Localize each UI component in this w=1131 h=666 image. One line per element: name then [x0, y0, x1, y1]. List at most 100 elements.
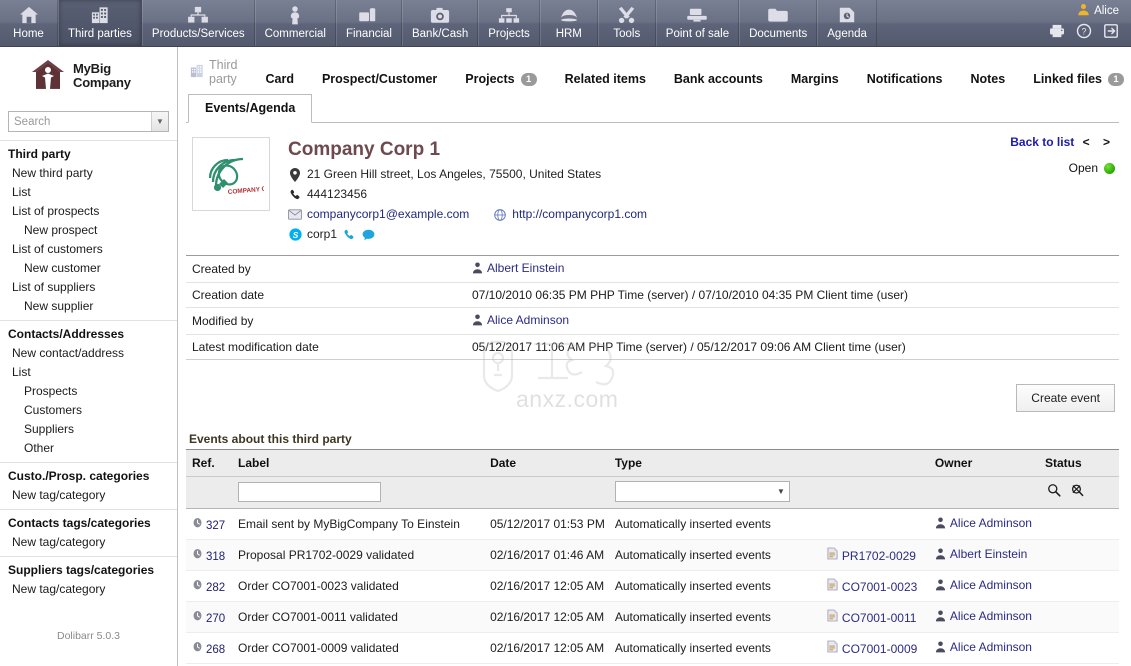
topmenu-item-home[interactable]: Home: [0, 0, 58, 46]
logout-icon[interactable]: [1103, 23, 1119, 42]
sidebar-item-new-contact-address[interactable]: New contact/address: [0, 344, 177, 363]
sidebar-item-customers[interactable]: Customers: [0, 401, 177, 420]
topmenu-item-financial[interactable]: Financial: [335, 0, 402, 46]
event-linked-object-link[interactable]: CO7001-0011: [842, 611, 917, 625]
event-linked-object-cell: CO7001-0011: [820, 601, 929, 633]
sidebar-item-list-of-suppliers[interactable]: List of suppliers: [0, 278, 177, 297]
filter-label-cell: [232, 476, 485, 509]
events-column-header[interactable]: Label: [232, 449, 485, 477]
event-owner-link[interactable]: Alice Adminson: [950, 516, 1032, 530]
tab-margins[interactable]: Margins: [777, 69, 853, 90]
prev-record-button[interactable]: <: [1078, 135, 1095, 149]
document-icon: [827, 578, 838, 594]
event-date: 05/12/2017 01:53 PM: [484, 508, 609, 540]
document-icon: [827, 640, 838, 656]
topmenu-item-products-services[interactable]: Products/Services: [141, 0, 255, 46]
event-linked-object-link[interactable]: PR1702-0029: [842, 549, 916, 563]
print-icon[interactable]: [1049, 24, 1065, 41]
sidebar-item-other[interactable]: Other: [0, 439, 177, 458]
topmenu-item-tools[interactable]: Tools: [597, 0, 656, 46]
sidebar-item-new-tag-category[interactable]: New tag/category: [0, 580, 177, 599]
sidebar-item-new-tag-category[interactable]: New tag/category: [0, 533, 177, 552]
events-filter-body: ▼: [186, 476, 1119, 509]
events-column-header[interactable]: Owner: [928, 449, 1039, 477]
events-column-header[interactable]: Date: [484, 449, 609, 477]
company-phone-row: 444123456: [288, 185, 1115, 204]
filter-label-input[interactable]: [238, 481, 381, 502]
tab-bank-accounts[interactable]: Bank accounts: [660, 69, 777, 90]
event-owner-link[interactable]: Alice Adminson: [950, 640, 1032, 654]
event-owner-link[interactable]: Albert Einstein: [950, 547, 1027, 561]
sidebar-group: Contacts/Addresses New contact/address Lis…: [0, 321, 177, 462]
app-logo[interactable]: MyBig Company: [0, 47, 177, 105]
topmenu-item-commercial[interactable]: Commercial: [254, 0, 336, 46]
table-row[interactable]: 270 Order CO7001-0011 validated 02/16/2017…: [186, 601, 1119, 633]
event-linked-object-link[interactable]: CO7001-0009: [842, 642, 917, 656]
info-row: Latest modification date 05/12/2017 11:06…: [186, 334, 1119, 360]
help-icon[interactable]: ?: [1076, 23, 1092, 42]
clock-icon: [192, 641, 203, 656]
topmenu-item-agenda[interactable]: Agenda: [817, 0, 877, 46]
skype-chat-icon[interactable]: [361, 229, 375, 241]
tab-notes[interactable]: Notes: [956, 69, 1019, 90]
tab-notifications[interactable]: Notifications: [853, 69, 957, 90]
topmenu-item-hrm[interactable]: HRM: [539, 0, 598, 46]
sidebar-item-new-prospect[interactable]: New prospect: [0, 221, 177, 240]
event-ref-cell: 268: [186, 632, 232, 664]
globe-icon: [493, 208, 507, 221]
tab-prospect-customer[interactable]: Prospect/Customer: [308, 69, 451, 90]
events-column-header[interactable]: [820, 449, 929, 477]
topmenu-item-bank-cash[interactable]: Bank/Cash: [401, 0, 479, 46]
event-owner-link[interactable]: Alice Adminson: [950, 578, 1032, 592]
events-column-header[interactable]: Status: [1038, 449, 1119, 477]
tab-projects[interactable]: Projects 1: [451, 69, 550, 90]
sidebar-item-new-third-party[interactable]: New third party: [0, 164, 177, 183]
topmenu-item-documents[interactable]: Documents: [739, 0, 818, 46]
search-dropdown-toggle[interactable]: ▼: [151, 112, 168, 131]
company-email[interactable]: companycorp1@example.com: [307, 205, 469, 224]
next-record-button[interactable]: >: [1098, 135, 1115, 149]
sidebar-group: Contacts tags/categories New tag/category: [0, 510, 177, 556]
tab-related-items[interactable]: Related items: [551, 69, 660, 90]
table-row[interactable]: 282 Order CO7001-0023 validated 02/16/2017…: [186, 570, 1119, 602]
sidebar-item-list[interactable]: List: [0, 363, 177, 382]
sidebar-item-list-of-prospects[interactable]: List of prospects: [0, 202, 177, 221]
topmenu-item-third-parties[interactable]: Third parties: [58, 0, 142, 46]
events-column-header[interactable]: Ref.: [186, 449, 232, 477]
event-owner-link[interactable]: Alice Adminson: [950, 609, 1032, 623]
back-to-list-link[interactable]: Back to list: [1010, 135, 1074, 149]
event-label: Order CO7001-0023 validated: [232, 570, 485, 602]
tab-linked-files[interactable]: Linked files 1: [1019, 69, 1131, 90]
create-event-button[interactable]: Create event: [1016, 384, 1115, 412]
event-type: Automatically inserted events: [608, 632, 821, 664]
sidebar-item-list-of-customers[interactable]: List of customers: [0, 240, 177, 259]
table-row[interactable]: 268 Order CO7001-0009 validated 02/16/2017…: [186, 632, 1119, 664]
events-column-header[interactable]: Type: [608, 449, 821, 477]
tab-badge: 1: [520, 72, 537, 86]
table-row[interactable]: 318 Proposal PR1702-0029 validated 02/16/2…: [186, 539, 1119, 571]
sidebar-item-new-supplier[interactable]: New supplier: [0, 297, 177, 316]
tab-card[interactable]: Card: [251, 69, 307, 90]
topmenu-item-point-of-sale[interactable]: Point of sale: [655, 0, 740, 46]
user-link[interactable]: Albert Einstein: [487, 261, 564, 275]
event-linked-object-link[interactable]: CO7001-0023: [842, 580, 917, 594]
sidebar-item-suppliers[interactable]: Suppliers: [0, 420, 177, 439]
filter-type-select[interactable]: ▼: [614, 481, 790, 502]
clear-filter-icon[interactable]: [1070, 483, 1084, 500]
sidebar-item-new-tag-category[interactable]: New tag/category: [0, 486, 177, 505]
search-input[interactable]: [9, 112, 151, 131]
sidebar-item-list[interactable]: List: [0, 183, 177, 202]
event-date: 02/16/2017 12:05 AM: [484, 601, 609, 633]
search-icon[interactable]: [1047, 483, 1061, 500]
tab-events-agenda[interactable]: Events/Agenda: [188, 94, 313, 123]
event-label: Proposal PR1702-0029 validated: [232, 539, 485, 571]
user-link[interactable]: Alice Adminson: [487, 313, 569, 327]
skype-call-icon[interactable]: [342, 229, 356, 241]
table-row[interactable]: 327 Email sent by MyBigCompany To Einstei…: [186, 508, 1119, 540]
sidebar-item-new-customer[interactable]: New customer: [0, 259, 177, 278]
company-website[interactable]: http://companycorp1.com: [512, 205, 647, 224]
current-user[interactable]: Alice: [1077, 3, 1119, 19]
sidebar-item-prospects[interactable]: Prospects: [0, 382, 177, 401]
tab-label: Prospect/Customer: [321, 72, 438, 86]
topmenu-item-projects[interactable]: Projects: [478, 0, 540, 46]
